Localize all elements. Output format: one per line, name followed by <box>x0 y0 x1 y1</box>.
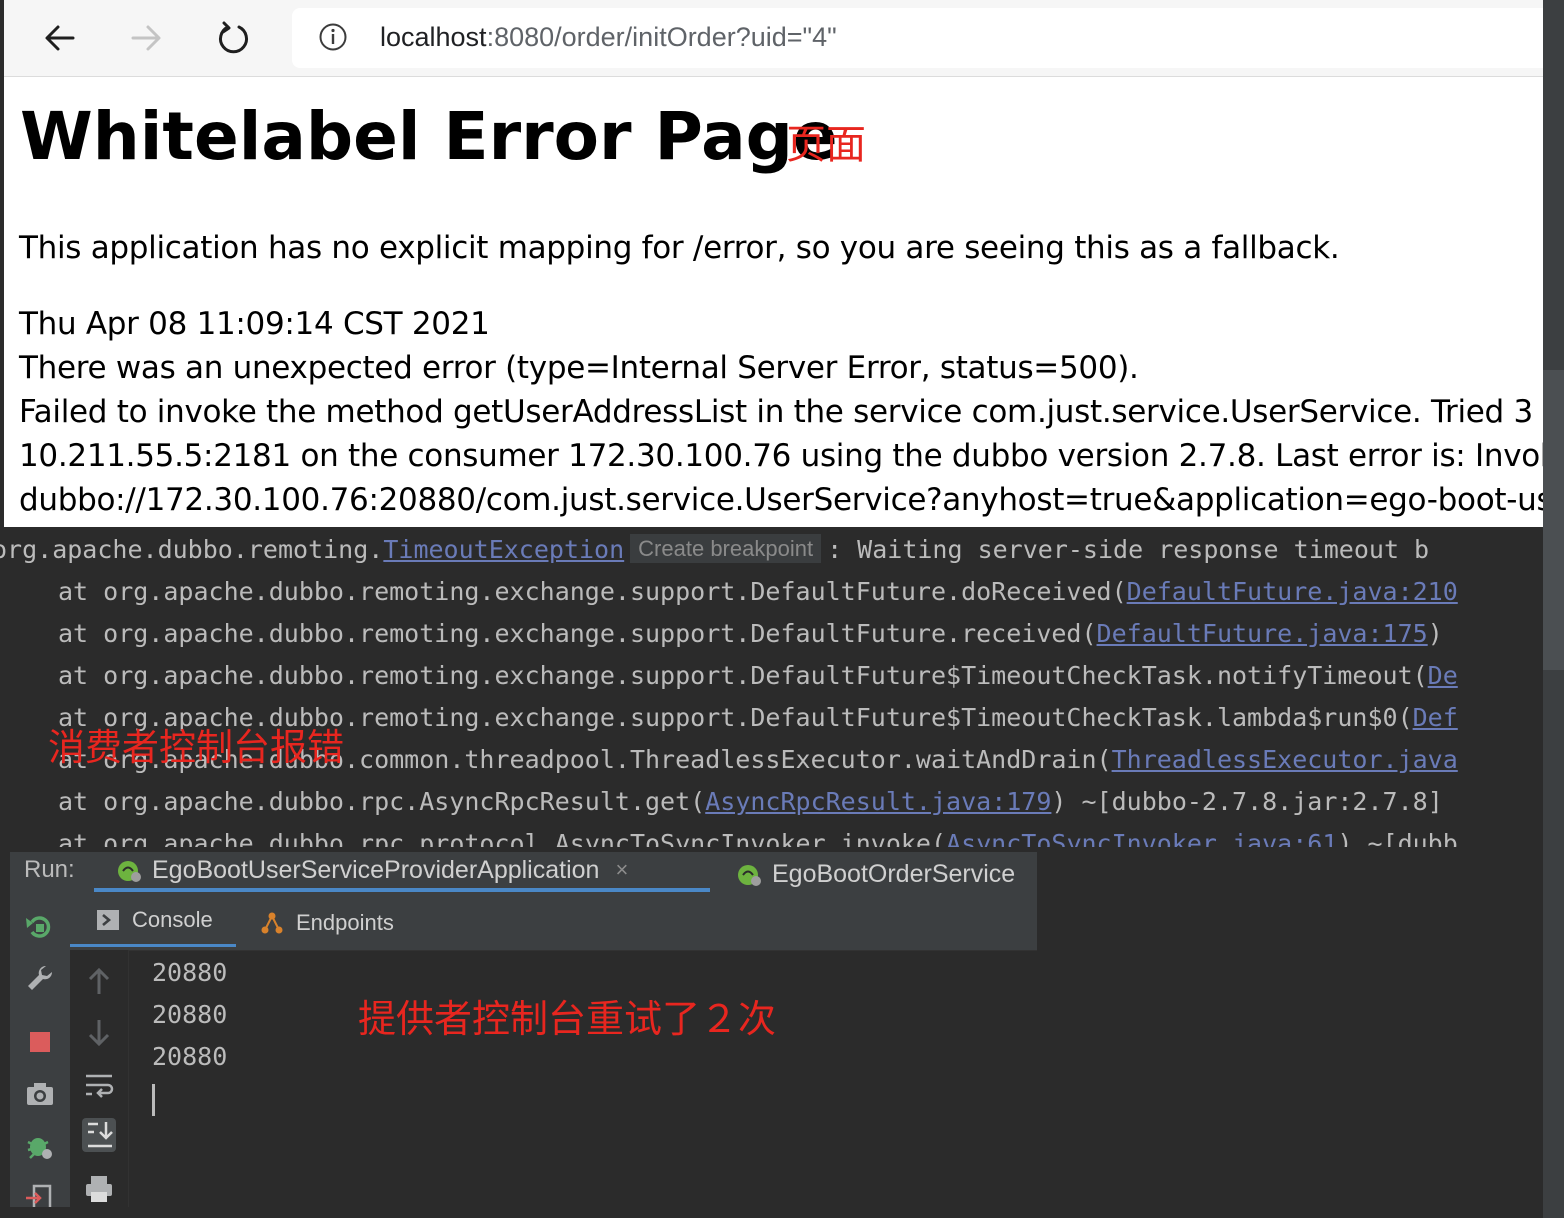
address-bar[interactable]: localhost:8080/order/initOrder?uid="4" <box>292 8 1543 68</box>
stack-line: at org.apache.dubbo.remoting.exchange.su… <box>58 661 1458 690</box>
console-icon <box>97 910 119 930</box>
rerun-icon[interactable] <box>24 910 56 942</box>
browser-window: localhost:8080/order/initOrder?uid="4" W… <box>4 0 1543 527</box>
run-panel: Run: EgoBootUserServiceProviderApplicati… <box>10 852 1037 1207</box>
stack-text: at org.apache.dubbo.remoting.exchange.su… <box>58 661 1428 690</box>
stack-source-link[interactable]: De <box>1428 661 1458 690</box>
url-path: :8080/order/initOrder?uid="4" <box>486 22 837 52</box>
stop-icon[interactable] <box>24 1026 56 1058</box>
scroll-to-end-icon[interactable] <box>82 1118 116 1152</box>
page-annotation: 页面 <box>786 122 866 168</box>
consumer-console: org.apache.dubbo.remoting.TimeoutExcepti… <box>0 527 1538 847</box>
stack-text: at org.apache.dubbo.remoting.exchange.su… <box>58 619 1097 648</box>
camera-icon[interactable] <box>24 1078 56 1110</box>
console-output-line: 20880 <box>152 958 228 987</box>
page-title: Whitelabel Error Page <box>20 98 838 175</box>
error-message-line: Failed to invoke the method getUserAddre… <box>19 394 1543 430</box>
stack-text: at org.apache.dubbo.rpc.protocol.AsyncTo… <box>58 829 947 847</box>
endpoints-icon <box>261 912 283 934</box>
stack-source-link[interactable]: DefaultFuture.java:175 <box>1097 619 1428 648</box>
forward-arrow-icon <box>131 25 161 51</box>
tab-endpoints[interactable]: Endpoints <box>260 896 394 950</box>
text-cursor[interactable] <box>152 1084 155 1116</box>
console-output-line: 20880 <box>152 1042 228 1071</box>
stack-source-link[interactable]: AsyncToSyncInvoker.java:61 <box>946 829 1337 847</box>
stack-source-link[interactable]: ThreadlessExecutor.java <box>1112 745 1458 774</box>
tab-order-service[interactable]: EgoBootOrderService <box>736 852 1015 896</box>
error-message-line: 10.211.55.5:2181 on the consumer 172.30.… <box>19 438 1543 474</box>
url-text[interactable]: localhost:8080/order/initOrder?uid="4" <box>380 22 837 53</box>
stack-line: at org.apache.dubbo.remoting.exchange.su… <box>58 619 1443 648</box>
scrollbar-track[interactable] <box>1543 370 1564 670</box>
stack-tail: ) ~[dubb <box>1337 829 1458 847</box>
sub-tab-label: Endpoints <box>296 910 394 935</box>
consumer-annotation: 消费者控制台报错 <box>48 726 344 769</box>
info-icon[interactable] <box>318 22 348 52</box>
stack-line: at org.apache.dubbo.remoting.exchange.su… <box>58 577 1458 606</box>
provider-annotation: 提供者控制台重试了２次 <box>358 997 777 1041</box>
error-timestamp: Thu Apr 08 11:09:14 CST 2021 <box>19 306 490 342</box>
run-header: Run: EgoBootUserServiceProviderApplicati… <box>10 852 1037 896</box>
fallback-text: This application has no explicit mapping… <box>19 230 1340 266</box>
create-breakpoint-hint[interactable]: Create breakpoint <box>630 534 822 563</box>
reload-button[interactable] <box>212 16 256 60</box>
forward-button[interactable] <box>124 16 168 60</box>
back-arrow-icon <box>45 25 75 51</box>
exit-icon[interactable] <box>24 1182 56 1207</box>
wrench-icon[interactable] <box>24 962 56 994</box>
tab-label: EgoBootOrderService <box>772 859 1016 888</box>
run-label: Run: <box>24 856 75 883</box>
print-icon[interactable] <box>82 1172 116 1206</box>
error-message-line: dubbo://172.30.100.76:20880/com.just.ser… <box>19 482 1543 518</box>
stack-source-link[interactable]: Def <box>1413 703 1458 732</box>
console-output-line: 20880 <box>152 1000 228 1029</box>
exception-line: org.apache.dubbo.remoting.TimeoutExcepti… <box>0 534 1430 564</box>
exception-prefix: org.apache.dubbo.remoting. <box>0 535 384 564</box>
run-left-toolbar <box>10 896 71 1207</box>
sub-tab-label: Console <box>132 907 213 932</box>
right-edge-panel <box>1543 0 1564 1218</box>
spring-boot-icon <box>738 865 761 886</box>
exception-link[interactable]: TimeoutException <box>383 535 624 564</box>
spring-boot-icon <box>118 861 141 882</box>
stack-line: at org.apache.dubbo.rpc.AsyncRpcResult.g… <box>58 787 1443 816</box>
reload-icon <box>219 21 248 54</box>
stack-text: at org.apache.dubbo.rpc.AsyncRpcResult.g… <box>58 787 706 816</box>
stack-tail: ) ~[dubbo-2.7.8.jar:2.7.8] <box>1051 787 1443 816</box>
back-button[interactable] <box>38 16 82 60</box>
console-gutter <box>70 950 129 1207</box>
scroll-up-icon[interactable] <box>82 964 116 998</box>
tab-user-service-provider[interactable]: EgoBootUserServiceProviderApplication × <box>94 852 710 892</box>
tab-console[interactable]: Console <box>70 896 236 947</box>
debug-bug-icon[interactable] <box>24 1130 56 1162</box>
exception-suffix: : Waiting server-side response timeout b <box>827 535 1430 564</box>
close-icon[interactable]: × <box>615 857 628 883</box>
url-host: localhost <box>380 22 487 52</box>
stack-text: at org.apache.dubbo.remoting.exchange.su… <box>58 577 1127 606</box>
scroll-down-icon[interactable] <box>82 1016 116 1050</box>
run-sub-toolbar: Console Endpoints <box>70 896 1037 951</box>
stack-source-link[interactable]: AsyncRpcResult.java:179 <box>705 787 1051 816</box>
error-status-line: There was an unexpected error (type=Inte… <box>19 350 1139 386</box>
soft-wrap-icon[interactable] <box>82 1068 116 1102</box>
tab-label: EgoBootUserServiceProviderApplication <box>152 855 600 884</box>
browser-toolbar: localhost:8080/order/initOrder?uid="4" <box>4 0 1543 77</box>
stack-line: at org.apache.dubbo.rpc.protocol.AsyncTo… <box>58 829 1458 847</box>
stack-tail: ) <box>1427 619 1443 648</box>
stack-source-link[interactable]: DefaultFuture.java:210 <box>1127 577 1458 606</box>
